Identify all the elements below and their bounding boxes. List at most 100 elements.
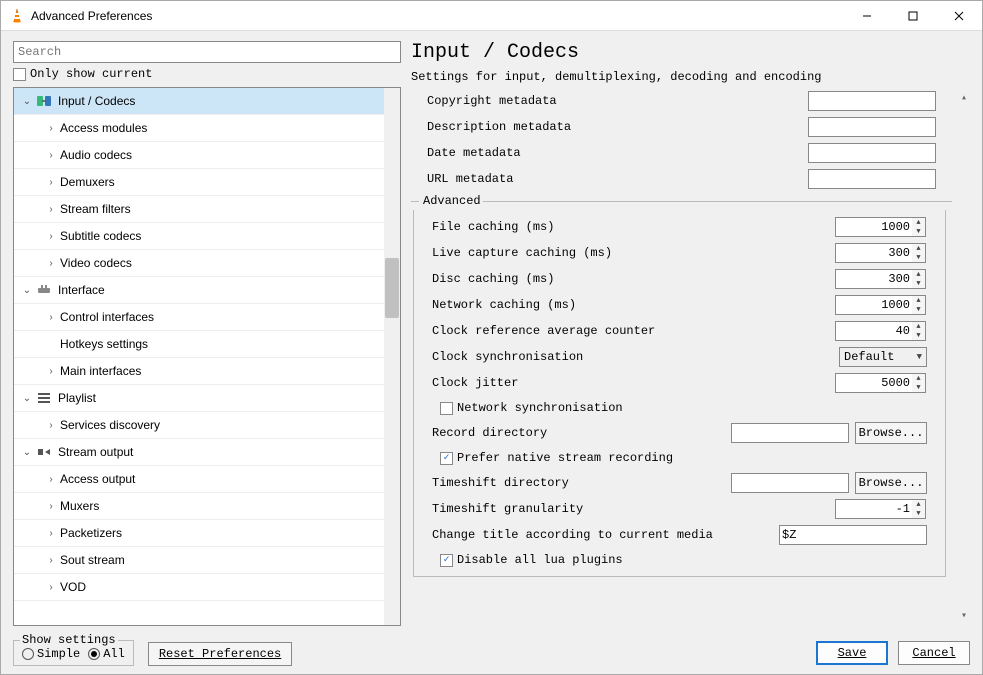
spin-buttons[interactable]: ▲▼ bbox=[912, 321, 926, 341]
save-button[interactable]: Save bbox=[816, 641, 888, 665]
spin-buttons[interactable]: ▲▼ bbox=[912, 373, 926, 393]
radio-circle-all[interactable] bbox=[88, 648, 100, 660]
browse-record-button[interactable]: Browse... bbox=[855, 422, 927, 444]
input-live-caching[interactable]: 300▲▼ bbox=[835, 243, 913, 263]
label-clock-jitter: Clock jitter bbox=[432, 376, 835, 390]
tree-item-stream-output[interactable]: ⌄ Stream output bbox=[14, 439, 400, 466]
input-date-metadata[interactable] bbox=[808, 143, 936, 163]
chevron-right-icon[interactable]: › bbox=[42, 582, 60, 593]
input-network-caching[interactable]: 1000▲▼ bbox=[835, 295, 913, 315]
chevron-right-icon[interactable]: › bbox=[42, 501, 60, 512]
tree-item-access-output[interactable]: ›Access output bbox=[14, 466, 400, 493]
input-clock-jitter[interactable]: 5000▲▼ bbox=[835, 373, 913, 393]
chevron-down-icon[interactable]: ⌄ bbox=[18, 393, 36, 404]
tree-item-hotkeys-settings[interactable]: Hotkeys settings bbox=[14, 331, 400, 358]
label-record-directory: Record directory bbox=[432, 426, 731, 440]
footer-right: Save Cancel bbox=[816, 641, 970, 665]
input-url-metadata[interactable] bbox=[808, 169, 936, 189]
row-network-sync[interactable]: Network synchronisation bbox=[416, 396, 943, 420]
chevron-right-icon[interactable]: › bbox=[42, 555, 60, 566]
chevron-down-icon[interactable]: ⌄ bbox=[18, 96, 36, 107]
scroll-down-icon[interactable]: ▾ bbox=[961, 610, 967, 622]
chevron-down-icon[interactable]: ⌄ bbox=[18, 447, 36, 458]
maximize-button[interactable] bbox=[890, 1, 936, 31]
chevron-right-icon[interactable]: › bbox=[42, 231, 60, 242]
radio-simple[interactable]: Simple bbox=[22, 647, 80, 661]
tree-item-access-modules[interactable]: ›Access modules bbox=[14, 115, 400, 142]
radio-circle-simple[interactable] bbox=[22, 648, 34, 660]
chevron-right-icon[interactable]: › bbox=[42, 420, 60, 431]
scroll-up-icon[interactable]: ▴ bbox=[961, 92, 967, 104]
close-button[interactable] bbox=[936, 1, 982, 31]
tree-item-audio-codecs[interactable]: ›Audio codecs bbox=[14, 142, 400, 169]
category-tree[interactable]: ⌄Input / Codecs›Access modules›Audio cod… bbox=[14, 88, 400, 625]
chevron-right-icon[interactable]: › bbox=[42, 528, 60, 539]
panel-title: Input / Codecs bbox=[411, 41, 970, 70]
input-timeshift-granularity[interactable]: -1▲▼ bbox=[835, 499, 913, 519]
tree-item-label: Stream output bbox=[58, 445, 133, 459]
label-date-metadata: Date metadata bbox=[427, 146, 808, 160]
tree-item-playlist[interactable]: ⌄ Playlist bbox=[14, 385, 400, 412]
minimize-button[interactable] bbox=[844, 1, 890, 31]
tree-item-services-discovery[interactable]: ›Services discovery bbox=[14, 412, 400, 439]
settings-scrollbar[interactable]: ▴ ▾ bbox=[954, 88, 970, 626]
reset-preferences-button[interactable]: Reset Preferences bbox=[148, 642, 292, 666]
chevron-right-icon[interactable]: › bbox=[42, 366, 60, 377]
search-input[interactable] bbox=[13, 41, 401, 63]
chevron-right-icon[interactable]: › bbox=[42, 204, 60, 215]
spin-buttons[interactable]: ▲▼ bbox=[912, 499, 926, 519]
chevron-down-icon[interactable]: ⌄ bbox=[18, 285, 36, 296]
chevron-right-icon[interactable]: › bbox=[42, 150, 60, 161]
chevron-right-icon[interactable]: › bbox=[42, 312, 60, 323]
tree-scrollbar-thumb[interactable] bbox=[385, 258, 399, 318]
chevron-right-icon[interactable]: › bbox=[42, 123, 60, 134]
input-clock-ref[interactable]: 40▲▼ bbox=[835, 321, 913, 341]
only-show-current[interactable]: Only show current bbox=[13, 67, 401, 81]
checkbox-disable-lua[interactable]: ✓ bbox=[440, 554, 453, 567]
row-prefer-native[interactable]: ✓ Prefer native stream recording bbox=[416, 446, 943, 470]
browse-timeshift-button[interactable]: Browse... bbox=[855, 472, 927, 494]
row-disable-lua[interactable]: ✓ Disable all lua plugins bbox=[416, 548, 943, 572]
tree-scrollbar[interactable] bbox=[384, 88, 400, 625]
label-disc-caching: Disc caching (ms) bbox=[432, 272, 835, 286]
checkbox-network-sync[interactable] bbox=[440, 402, 453, 415]
right-panel: Input / Codecs Settings for input, demul… bbox=[411, 41, 970, 626]
row-network-caching: Network caching (ms) 1000▲▼ bbox=[416, 292, 943, 318]
spin-buttons[interactable]: ▲▼ bbox=[912, 243, 926, 263]
chevron-right-icon[interactable]: › bbox=[42, 258, 60, 269]
tree-item-label: Playlist bbox=[58, 391, 96, 405]
select-clock-sync[interactable]: Default▼ bbox=[839, 347, 927, 367]
chevron-right-icon[interactable]: › bbox=[42, 474, 60, 485]
tree-item-stream-filters[interactable]: ›Stream filters bbox=[14, 196, 400, 223]
tree-item-video-codecs[interactable]: ›Video codecs bbox=[14, 250, 400, 277]
checkbox-prefer-native[interactable]: ✓ bbox=[440, 452, 453, 465]
spin-buttons[interactable]: ▲▼ bbox=[912, 269, 926, 289]
tree-item-muxers[interactable]: ›Muxers bbox=[14, 493, 400, 520]
cancel-button[interactable]: Cancel bbox=[898, 641, 970, 665]
left-panel: Only show current ⌄Input / Codecs›Access… bbox=[13, 41, 401, 626]
spin-buttons[interactable]: ▲▼ bbox=[912, 295, 926, 315]
input-timeshift-directory[interactable] bbox=[731, 473, 849, 493]
only-current-checkbox[interactable] bbox=[13, 68, 26, 81]
chevron-right-icon[interactable]: › bbox=[42, 177, 60, 188]
tree-item-subtitle-codecs[interactable]: ›Subtitle codecs bbox=[14, 223, 400, 250]
tree-item-packetizers[interactable]: ›Packetizers bbox=[14, 520, 400, 547]
tree-item-interface[interactable]: ⌄Interface bbox=[14, 277, 400, 304]
radio-all[interactable]: All bbox=[88, 647, 125, 661]
tree-item-main-interfaces[interactable]: ›Main interfaces bbox=[14, 358, 400, 385]
tree-item-input-codecs[interactable]: ⌄Input / Codecs bbox=[14, 88, 400, 115]
input-copyright-metadata[interactable] bbox=[808, 91, 936, 111]
spin-buttons[interactable]: ▲▼ bbox=[912, 217, 926, 237]
show-settings-group: Show settings Simple All bbox=[13, 640, 134, 666]
tree-item-vod[interactable]: ›VOD bbox=[14, 574, 400, 601]
tree-item-demuxers[interactable]: ›Demuxers bbox=[14, 169, 400, 196]
tree-item-sout-stream[interactable]: ›Sout stream bbox=[14, 547, 400, 574]
input-disc-caching[interactable]: 300▲▼ bbox=[835, 269, 913, 289]
tree-item-control-interfaces[interactable]: ›Control interfaces bbox=[14, 304, 400, 331]
input-file-caching[interactable]: 1000▲▼ bbox=[835, 217, 913, 237]
row-clock-sync: Clock synchronisation Default▼ bbox=[416, 344, 943, 370]
input-description-metadata[interactable] bbox=[808, 117, 936, 137]
input-record-directory[interactable] bbox=[731, 423, 849, 443]
input-change-title[interactable] bbox=[779, 525, 927, 545]
tree-item-label: Services discovery bbox=[60, 418, 160, 432]
